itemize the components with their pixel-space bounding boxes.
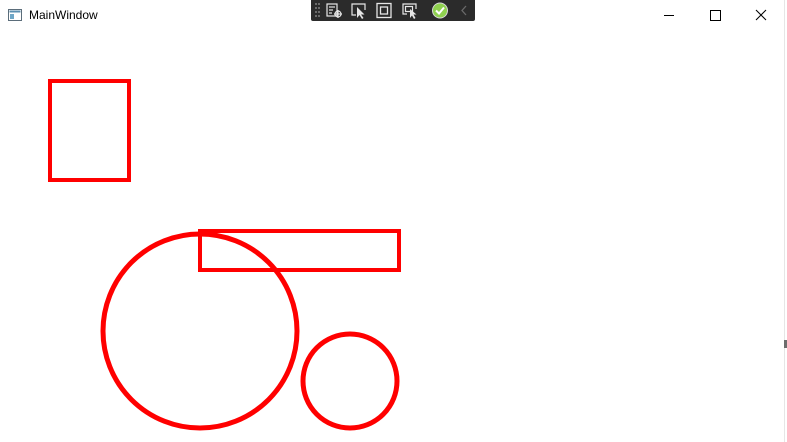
layout-adorner-icon[interactable]: [375, 2, 393, 19]
minimize-icon: [664, 15, 674, 16]
toolbar-grip-icon[interactable]: [315, 3, 321, 18]
window-title: MainWindow: [29, 8, 98, 22]
track-focus-icon[interactable]: [401, 2, 419, 19]
window-border: [784, 0, 785, 442]
close-icon: [755, 9, 767, 21]
maximize-icon: [710, 10, 721, 21]
close-button[interactable]: [738, 0, 784, 31]
check-circle-icon[interactable]: [431, 2, 449, 19]
minimize-button[interactable]: [646, 0, 692, 31]
wpf-debug-toolbar: [311, 0, 475, 21]
chevron-left-icon[interactable]: [456, 2, 474, 19]
select-element-icon[interactable]: [350, 2, 368, 19]
window-app-icon: [8, 9, 22, 21]
main-window: MainWindow: [0, 0, 787, 442]
drawing-canvas: [48, 79, 401, 431]
shape-circle-small: [300, 331, 400, 431]
title-bar[interactable]: MainWindow: [0, 0, 787, 31]
shape-rectangle-tall: [48, 79, 131, 182]
visual-tree-icon[interactable]: [325, 2, 343, 19]
maximize-button[interactable]: [692, 0, 738, 31]
